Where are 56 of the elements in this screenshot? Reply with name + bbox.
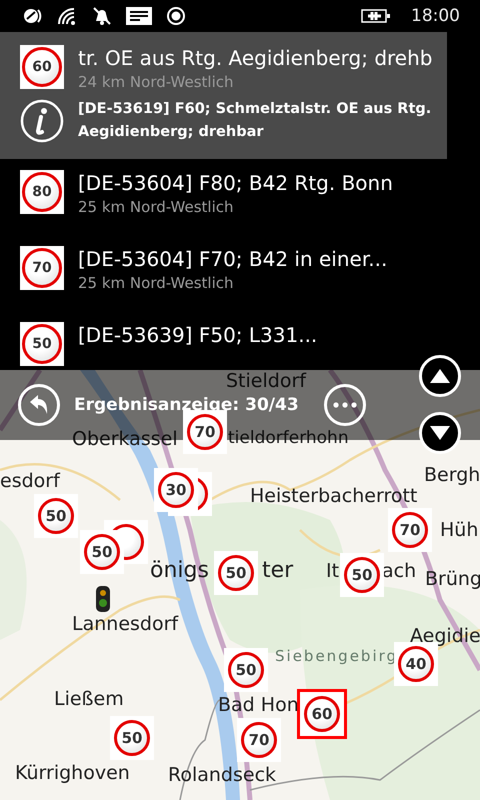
wifi-icon <box>56 6 78 26</box>
map-label: Lannesdorf <box>72 613 178 635</box>
back-arrow-icon <box>28 394 50 416</box>
result-distance: 25 km Nord-Westlich <box>78 273 235 294</box>
back-button[interactable] <box>18 384 60 426</box>
result-item[interactable]: 60 tr. OE aus Rtg. Aegidienberg; drehb 24 km Nord-Westlich [DE-53619] F60; Schmelztalstr. OE aus Rtg. Aegidienberg; drehbar <box>0 32 447 159</box>
muted-bell-icon <box>92 6 112 26</box>
speed-limit-marker[interactable]: 50 <box>214 551 258 595</box>
map-label: ter <box>262 558 294 584</box>
map-label: Stieldorf <box>226 370 306 392</box>
map-label: Bad Hon <box>218 694 299 716</box>
more-button[interactable] <box>324 384 366 426</box>
battery-charging-icon <box>361 8 391 24</box>
speed-limit-sign: 80 <box>20 170 64 214</box>
map-label: Ließem <box>54 688 124 710</box>
down-triangle-icon <box>430 426 450 440</box>
result-title: tr. OE aus Rtg. Aegidienberg; drehb <box>78 45 434 71</box>
speed-limit-marker[interactable]: 50 <box>224 648 268 692</box>
result-title: [DE-53604] F80; B42 Rtg. Bonn <box>78 170 394 196</box>
result-distance: 24 km Nord-Westlich <box>78 72 235 93</box>
previous-button[interactable] <box>419 355 461 397</box>
speed-limit-marker[interactable]: 50 <box>340 553 384 597</box>
result-title: [DE-53639] F50; L331... <box>78 322 318 348</box>
speed-limit-sign: 60 <box>20 45 64 89</box>
speed-limit-marker[interactable]: 50 <box>110 716 154 760</box>
result-detail: [DE-53619] F60; Schmelztalstr. OE aus Rtg. Aegidienberg; drehbar <box>78 100 432 142</box>
map-label: önigs <box>150 558 209 584</box>
result-item[interactable]: 70 [DE-53604] F70; B42 in einer... 25 km Nord-Westlich <box>0 235 480 311</box>
map-label: Bergh <box>424 464 480 486</box>
result-item[interactable]: 80 [DE-53604] F80; B42 Rtg. Bonn 25 km Nord-Westlich <box>0 159 480 235</box>
speed-limit-sign: 70 <box>20 246 64 290</box>
speed-limit-marker[interactable]: 40 <box>394 642 438 686</box>
map-label: Brüng <box>425 568 480 590</box>
map-label: esdorf <box>0 470 60 492</box>
result-item[interactable]: 50 [DE-53639] F50; L331... <box>0 311 480 370</box>
map-label: Rolandseck <box>168 764 276 786</box>
speed-limit-sign: 50 <box>20 322 64 366</box>
speed-limit-marker[interactable]: 70 <box>183 410 227 454</box>
more-icon <box>333 402 357 408</box>
location-icon <box>166 6 186 26</box>
map-label: Kürrighoven <box>15 762 130 784</box>
map-label: It <box>326 560 340 582</box>
speed-limit-marker[interactable]: 50 <box>34 494 78 538</box>
up-triangle-icon <box>430 369 450 383</box>
speed-limit-marker[interactable]: 70 <box>237 718 281 762</box>
info-icon <box>20 99 64 143</box>
speed-limit-marker[interactable]: 70 <box>388 508 432 552</box>
map-label: Hüh <box>440 519 478 541</box>
message-icon <box>126 7 152 25</box>
map-label: Heisterbacherrott <box>250 485 418 507</box>
map-label: ach <box>382 560 416 582</box>
sync-icon <box>22 6 42 26</box>
result-title: [DE-53604] F70; B42 in einer... <box>78 246 388 272</box>
clock-time: 18:00 <box>411 6 460 26</box>
result-distance: 25 km Nord-Westlich <box>78 197 235 218</box>
speed-limit-marker[interactable]: 60 <box>297 689 347 739</box>
